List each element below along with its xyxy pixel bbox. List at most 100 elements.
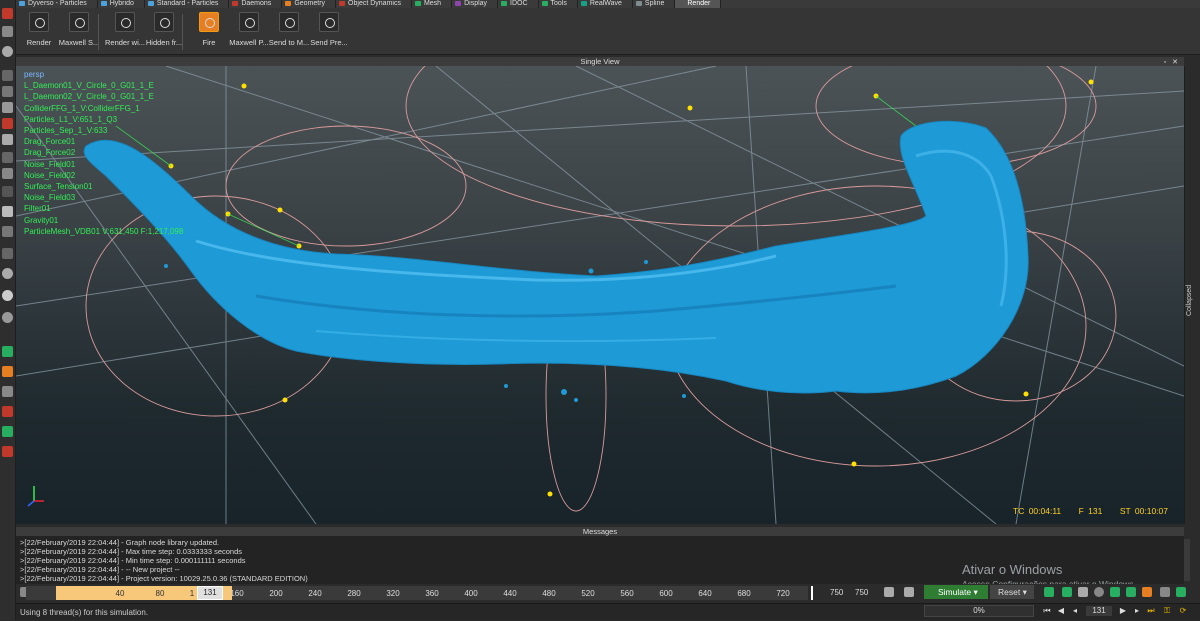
tab-8[interactable]: IDOC bbox=[498, 0, 539, 8]
plane-tool-icon[interactable] bbox=[2, 134, 13, 145]
outliner-item[interactable]: ColliderFFG_1_V:ColliderFFG_1 bbox=[24, 103, 183, 114]
step-forward-icon[interactable]: ▸ bbox=[1132, 606, 1142, 616]
sphere-tool-icon[interactable] bbox=[2, 46, 13, 57]
eraser-tool-icon[interactable] bbox=[2, 386, 13, 397]
axis-tool-icon[interactable] bbox=[2, 86, 13, 97]
prev-key-icon[interactable]: ◀ bbox=[1056, 606, 1066, 616]
toolbar-button-1[interactable]: Maxwell S... bbox=[56, 12, 102, 52]
camera-tool-icon[interactable] bbox=[2, 70, 13, 81]
tab-2[interactable]: Standard - Particles bbox=[145, 0, 230, 8]
outliner-item[interactable]: Noise_Field02 bbox=[24, 170, 183, 181]
tab-icon bbox=[678, 1, 685, 6]
box-tool-icon[interactable] bbox=[2, 152, 13, 163]
outliner-item[interactable]: Drag_Force01 bbox=[24, 136, 183, 147]
tab-1[interactable]: Hybrido bbox=[98, 0, 145, 8]
mesh-icon[interactable] bbox=[1110, 587, 1120, 597]
outliner-item[interactable]: Particles_Sep_1_V:633 bbox=[24, 125, 183, 136]
tube-tool-icon[interactable] bbox=[2, 248, 13, 259]
globe-tool-icon[interactable] bbox=[2, 268, 13, 279]
loop-icon[interactable]: ⟳ bbox=[1178, 606, 1188, 616]
leaf-tool-icon[interactable] bbox=[2, 426, 13, 437]
display-icon[interactable] bbox=[1078, 587, 1088, 597]
record-icon[interactable] bbox=[884, 587, 894, 597]
timeline-tick-label: 240 bbox=[308, 589, 322, 598]
watermark-title: Ativar o Windows bbox=[962, 562, 1063, 577]
timeline-tick-label: 160 bbox=[230, 589, 244, 598]
emitter-tool-icon[interactable] bbox=[2, 118, 13, 129]
outliner-item[interactable]: ParticleMesh_VDB01 V:631,450 F:1,217,098 bbox=[24, 226, 183, 237]
simulate-label: Simulate bbox=[938, 587, 972, 597]
tab-5[interactable]: Object Dynamics bbox=[336, 0, 412, 8]
outliner-item[interactable]: L_Daemon02_V_Circle_0_G01_1_E bbox=[24, 91, 183, 102]
pen-tool-icon[interactable] bbox=[2, 346, 13, 357]
simulation-stats: TC 00:04:11 F 131 ST 00:10:07 bbox=[1013, 506, 1168, 516]
select-tool-icon[interactable] bbox=[2, 8, 13, 19]
key-icon[interactable] bbox=[1142, 587, 1152, 597]
stat-frame: F 131 bbox=[1078, 506, 1103, 516]
3d-viewport[interactable]: persp L_Daemon01_V_Circle_0_G01_1_E L_Dae… bbox=[16, 66, 1184, 524]
key-frame-icon[interactable]: ⚿ bbox=[1162, 606, 1172, 616]
tab-4[interactable]: Geometry bbox=[282, 0, 337, 8]
status-text: Using 8 thread(s) for this simulation. bbox=[20, 608, 149, 617]
frame-field[interactable]: 131 bbox=[1086, 606, 1112, 616]
outliner-item[interactable]: Drag_Force02 bbox=[24, 147, 183, 158]
tab-0[interactable]: Dyverso - Particles bbox=[16, 0, 98, 8]
tab-label: Render bbox=[687, 0, 711, 7]
collapsed-panel[interactable]: Collapsed bbox=[1184, 66, 1200, 524]
reset-button[interactable]: Reset ▾ bbox=[990, 585, 1034, 599]
scene-outliner-overlay: persp L_Daemon01_V_Circle_0_G01_1_E L_Dae… bbox=[24, 69, 183, 237]
torus-tool-icon[interactable] bbox=[2, 226, 13, 237]
grid-tool-icon[interactable] bbox=[2, 186, 13, 197]
tab-label: Display bbox=[464, 0, 488, 7]
ball-tool-icon[interactable] bbox=[2, 290, 13, 301]
timeline-tick-label: 80 bbox=[155, 589, 165, 598]
tab-10[interactable]: RealWave bbox=[578, 0, 633, 8]
outliner-item[interactable]: Surface_Tension01 bbox=[24, 181, 183, 192]
ball2-tool-icon[interactable] bbox=[2, 312, 13, 323]
max-frame-field[interactable]: 750 bbox=[855, 587, 868, 599]
current-frame-marker[interactable]: 131 bbox=[197, 586, 223, 600]
brush-tool-icon[interactable] bbox=[2, 366, 13, 377]
fire-tool-icon[interactable] bbox=[2, 406, 13, 417]
tab-label: RealWave bbox=[589, 0, 622, 7]
toolbar-button-3[interactable]: Hidden fr... bbox=[141, 12, 187, 52]
tab-9[interactable]: Tools bbox=[539, 0, 578, 8]
move-tool-icon[interactable] bbox=[2, 26, 13, 37]
outliner-item[interactable]: Gravity01 bbox=[24, 215, 183, 226]
visibility-icon[interactable] bbox=[1094, 587, 1104, 597]
flag-tool-icon[interactable] bbox=[2, 446, 13, 457]
sphere2-tool-icon[interactable] bbox=[2, 206, 13, 217]
cylinder-tool-icon[interactable] bbox=[2, 168, 13, 179]
outliner-item[interactable]: Noise_Field01 bbox=[24, 159, 183, 170]
first-frame-icon[interactable]: ⏮ bbox=[1042, 606, 1052, 616]
outliner-item[interactable]: L_Daemon01_V_Circle_0_G01_1_E bbox=[24, 80, 183, 91]
tab-label: Tools bbox=[550, 0, 567, 7]
outliner-item[interactable]: Particles_L1_V:651_1_Q3 bbox=[24, 114, 183, 125]
toolbar-button-7[interactable]: Send Pre... bbox=[306, 12, 352, 52]
outliner-item[interactable]: Noise_Field03 bbox=[24, 192, 183, 203]
messages-scrollbar[interactable] bbox=[1184, 539, 1190, 581]
tab-7[interactable]: Display bbox=[452, 0, 499, 8]
export-icon[interactable] bbox=[1044, 587, 1054, 597]
maxwell-preview-icon bbox=[239, 12, 259, 32]
tab-11[interactable]: Spline bbox=[633, 0, 676, 8]
message-line: >[22/February/2019 22:04:44] - Graph nod… bbox=[20, 538, 220, 547]
outliner-item[interactable]: Filter01 bbox=[24, 203, 183, 214]
play-icon[interactable]: ▶ bbox=[1118, 606, 1128, 616]
cube-tool-icon[interactable] bbox=[2, 102, 13, 113]
pause-icon[interactable] bbox=[904, 587, 914, 597]
simulate-button[interactable]: Simulate ▾ bbox=[924, 585, 988, 599]
tab-12[interactable]: Render bbox=[675, 0, 722, 8]
message-line: >[22/February/2019 22:04:44] - Max time … bbox=[20, 547, 243, 556]
camera-icon[interactable] bbox=[1176, 587, 1186, 597]
last-frame-icon[interactable]: ⏭ bbox=[1146, 606, 1156, 616]
cache-icon[interactable] bbox=[1062, 587, 1072, 597]
tab-6[interactable]: Mesh bbox=[412, 0, 453, 8]
tag-icon[interactable] bbox=[1126, 587, 1136, 597]
timeline-end-marker[interactable] bbox=[811, 586, 813, 600]
end-frame-field[interactable]: 750 bbox=[830, 587, 843, 599]
step-back-icon[interactable]: ◂ bbox=[1070, 606, 1080, 616]
tab-3[interactable]: Daemons bbox=[229, 0, 283, 8]
fire-icon bbox=[199, 12, 219, 32]
settings-icon[interactable] bbox=[1160, 587, 1170, 597]
